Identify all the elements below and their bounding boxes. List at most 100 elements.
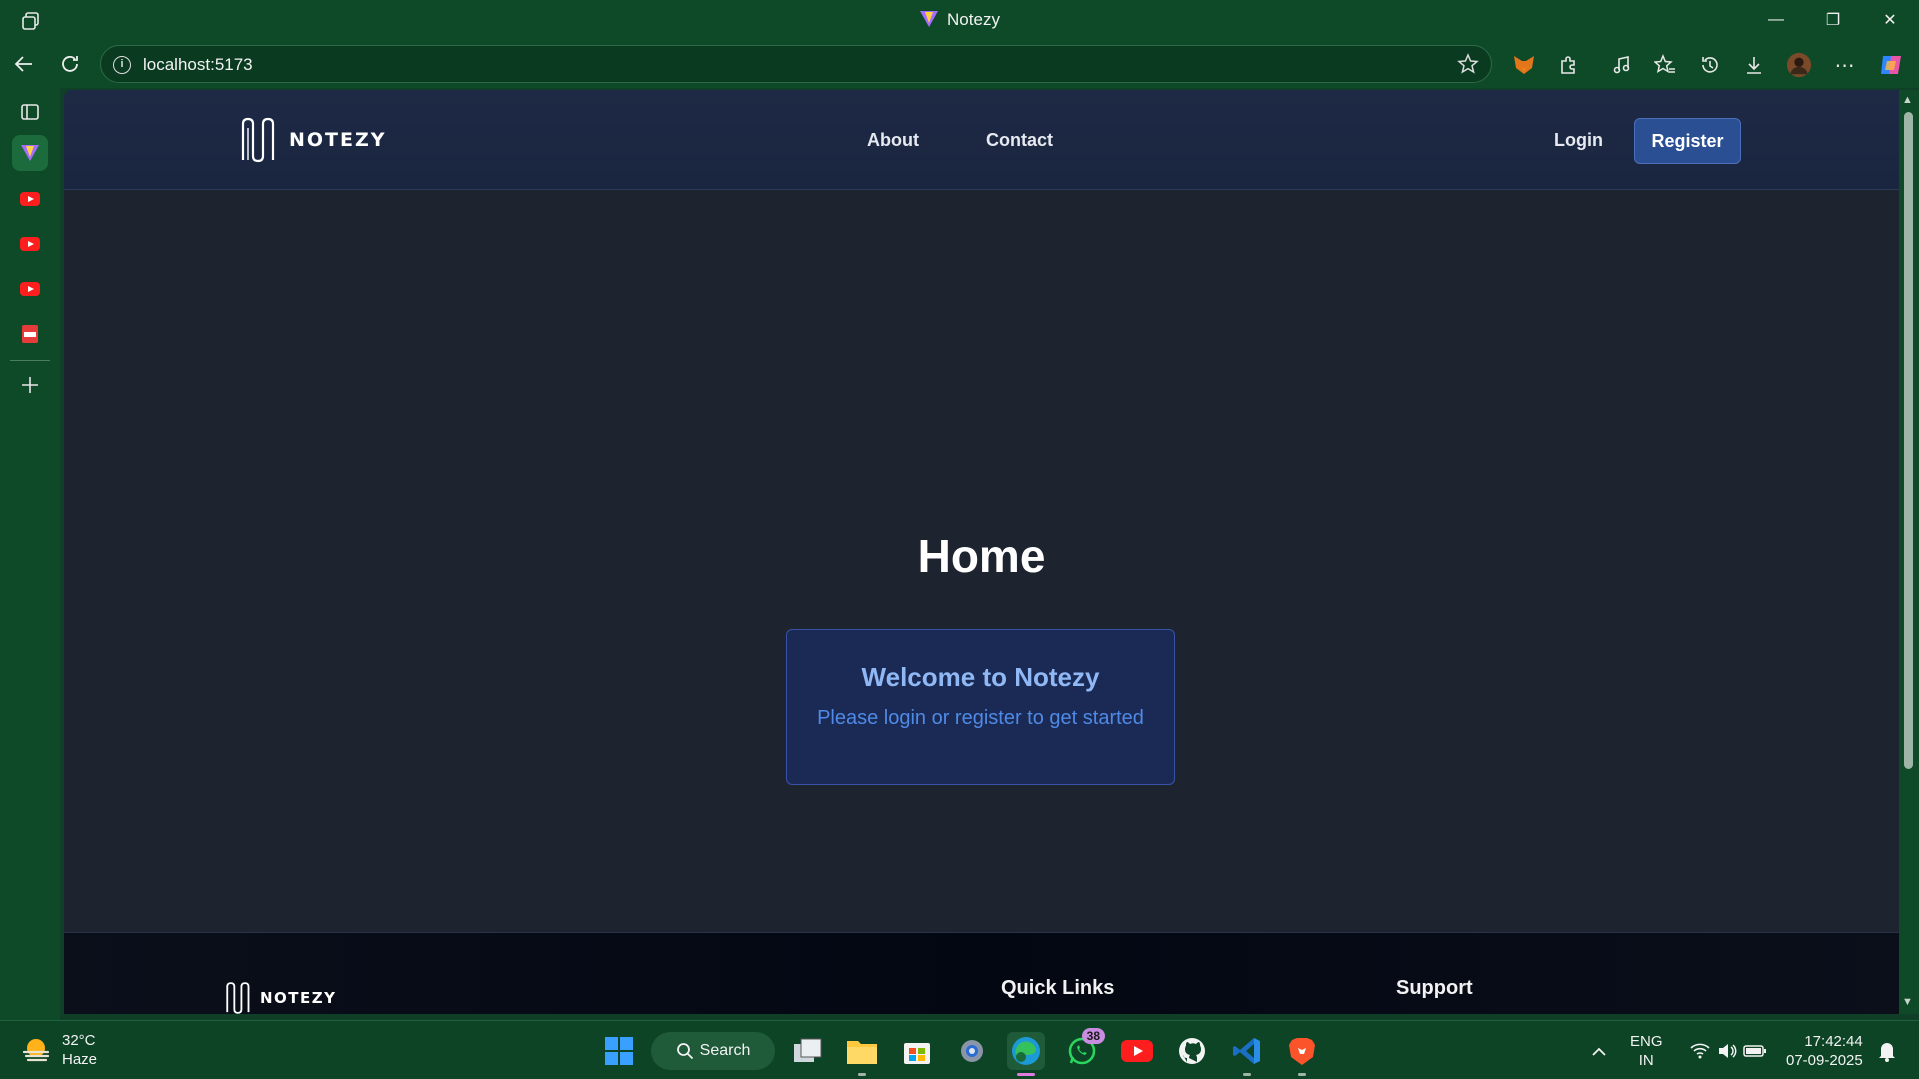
gear-icon: [961, 1040, 983, 1062]
brave-lion-icon: [1289, 1038, 1315, 1065]
vscode-icon: [1233, 1038, 1260, 1064]
show-hidden-icons-button[interactable]: [1584, 1032, 1614, 1070]
notifications-button[interactable]: [1872, 1032, 1902, 1070]
copilot-icon[interactable]: [1878, 52, 1904, 78]
logo-text: NOTEZY: [289, 129, 387, 151]
task-view-button[interactable]: [789, 1032, 827, 1070]
notification-bell-icon: [1879, 1043, 1895, 1062]
haze-sun-icon: [22, 1039, 50, 1062]
sidebar-tab-youtube-3[interactable]: [12, 271, 48, 307]
youtube-icon: [20, 192, 40, 206]
youtube-app-button[interactable]: [1118, 1032, 1156, 1070]
welcome-card: Welcome to Notezy Please login or regist…: [786, 629, 1175, 785]
media-control-icon[interactable]: [1608, 52, 1634, 78]
running-indicator: [1298, 1073, 1306, 1076]
page-viewport: NOTEZY About Contact Login Register Home…: [64, 90, 1899, 1014]
footer-quick-links-heading: Quick Links: [1001, 977, 1115, 999]
sidebar-divider: [10, 360, 50, 361]
settings-button[interactable]: [953, 1032, 991, 1070]
extensions-icon[interactable]: [1555, 52, 1581, 78]
edge-icon: [1012, 1037, 1040, 1065]
whatsapp-button[interactable]: 38: [1063, 1028, 1105, 1070]
wifi-icon: [1690, 1043, 1710, 1059]
language-code: ENG: [1630, 1033, 1663, 1050]
header-logo[interactable]: NOTEZY: [239, 116, 387, 164]
login-link[interactable]: Login: [1554, 130, 1603, 151]
page-title: Home: [917, 530, 1046, 582]
github-icon: [1179, 1038, 1205, 1064]
edge-browser-button[interactable]: [1007, 1032, 1045, 1076]
sidebar-tab-youtube-2[interactable]: [12, 226, 48, 262]
footer-logo-text: NOTEZY: [260, 989, 337, 1007]
refresh-icon: [62, 56, 78, 72]
app-footer: NOTEZY Quick Links Support: [64, 932, 1899, 1014]
active-indicator: [1017, 1073, 1035, 1076]
browser-sidebar: [0, 88, 60, 1020]
profile-avatar[interactable]: [1786, 52, 1812, 78]
back-button[interactable]: [8, 48, 40, 80]
youtube-icon: [20, 237, 40, 251]
folder-icon: [847, 1041, 877, 1064]
minimize-button[interactable]: —: [1748, 4, 1804, 36]
restore-button[interactable]: ❐: [1805, 4, 1861, 36]
favorite-star-icon[interactable]: [1457, 53, 1479, 75]
page-scrollbar[interactable]: ▲ ▼: [1899, 90, 1919, 1014]
region-code: IN: [1638, 1052, 1654, 1069]
metamask-extension-icon[interactable]: [1511, 52, 1537, 78]
vertical-tabs-button[interactable]: [12, 94, 48, 130]
taskbar-search[interactable]: Search: [651, 1032, 775, 1070]
settings-more-icon[interactable]: ⋯: [1832, 52, 1858, 78]
address-bar[interactable]: i localhost:5173: [100, 45, 1492, 83]
windows-logo-icon: [605, 1037, 633, 1065]
sidebar-tab-pdf[interactable]: [12, 316, 48, 352]
notezy-logo-icon: [226, 982, 250, 1014]
footer-logo[interactable]: NOTEZY: [224, 981, 337, 1014]
youtube-icon: [20, 282, 40, 296]
file-explorer-button[interactable]: [843, 1032, 881, 1076]
github-button[interactable]: [1173, 1032, 1211, 1070]
store-icon: [904, 1043, 930, 1064]
pdf-icon: [22, 325, 38, 343]
close-button[interactable]: ✕: [1862, 4, 1918, 36]
scroll-down-arrow-icon[interactable]: ▼: [1902, 996, 1913, 1008]
favorites-icon[interactable]: [1652, 52, 1678, 78]
notezy-logo-icon: [241, 117, 275, 163]
sidebar-tab-youtube-1[interactable]: [12, 181, 48, 217]
start-button[interactable]: [600, 1032, 638, 1070]
nav-about-link[interactable]: About: [867, 130, 919, 151]
running-indicator: [858, 1073, 866, 1076]
clock[interactable]: 17:42:44 07-09-2025: [1786, 1032, 1863, 1070]
brave-browser-button[interactable]: [1283, 1032, 1321, 1076]
plus-icon: [22, 377, 38, 393]
window-title: Notezy: [0, 10, 1919, 30]
tab-actions-icon: [21, 104, 39, 120]
whatsapp-badge: 38: [1081, 1028, 1105, 1044]
refresh-button[interactable]: [54, 48, 86, 80]
welcome-title: Welcome to Notezy: [861, 662, 1100, 692]
scrollbar-thumb[interactable]: [1904, 112, 1913, 769]
scroll-up-arrow-icon[interactable]: ▲: [1902, 94, 1913, 106]
running-indicator: [1243, 1073, 1251, 1076]
clock-time: 17:42:44: [1804, 1033, 1863, 1050]
windows-taskbar: 32°C Haze Search 38 ENG IN 17:42:44 07-0…: [0, 1020, 1919, 1079]
microsoft-store-button[interactable]: [898, 1032, 936, 1070]
weather-widget[interactable]: 32°C Haze: [20, 1031, 97, 1069]
youtube-icon: [1121, 1040, 1153, 1062]
language-indicator[interactable]: ENG IN: [1630, 1032, 1663, 1070]
window-title-text: Notezy: [947, 10, 1000, 29]
site-info-icon[interactable]: i: [113, 56, 131, 74]
clock-date: 07-09-2025: [1786, 1052, 1863, 1069]
sidebar-add-button[interactable]: [12, 367, 48, 403]
sidebar-tab-notezy[interactable]: [12, 135, 48, 171]
history-icon[interactable]: [1697, 52, 1723, 78]
weather-temp: 32°C: [62, 1032, 96, 1049]
welcome-subtitle: Please login or register to get started: [817, 707, 1144, 729]
url-text[interactable]: localhost:5173: [143, 55, 253, 75]
battery-icon: [1743, 1045, 1766, 1057]
system-status-group[interactable]: [1683, 1032, 1773, 1070]
vscode-button[interactable]: [1228, 1032, 1266, 1076]
search-label: Search: [699, 1042, 751, 1059]
downloads-icon[interactable]: [1741, 52, 1767, 78]
nav-contact-link[interactable]: Contact: [986, 130, 1053, 151]
register-button[interactable]: Register: [1634, 118, 1741, 164]
